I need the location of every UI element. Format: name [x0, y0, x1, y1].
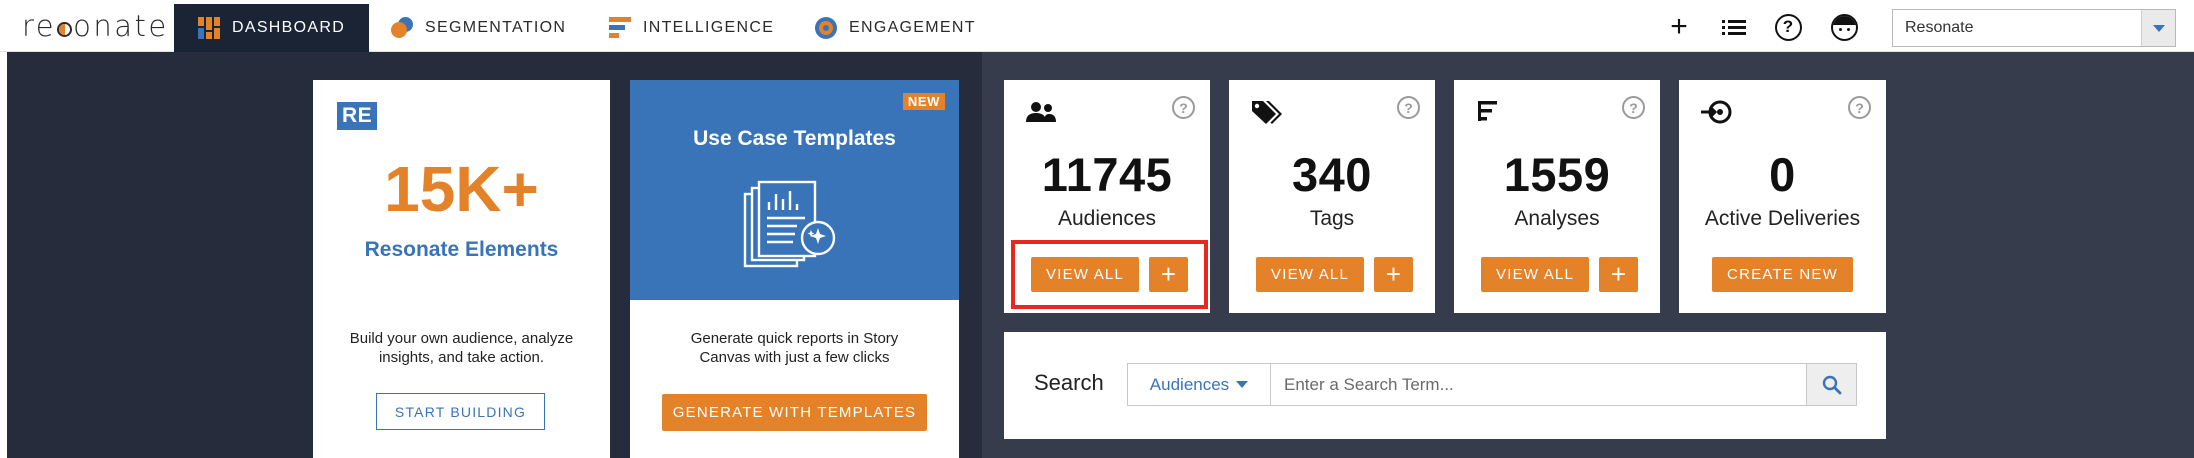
analyses-label: Analyses [1514, 207, 1600, 230]
search-input[interactable] [1271, 364, 1806, 405]
tags-count: 340 [1292, 148, 1372, 201]
analyses-count: 1559 [1503, 148, 1611, 201]
tags-card: ? 340 Tags VIEW ALL + [1229, 80, 1435, 313]
analysis-bars-icon [1478, 101, 1497, 121]
templates-description: Generate quick reports in Story Canvas w… [690, 330, 899, 366]
help-icon: ? [1774, 13, 1802, 41]
people-icon [1026, 102, 1056, 122]
help-button[interactable]: ? [1773, 12, 1803, 42]
top-navigation-bar: re onate DASHBOARD SEGMENTATION INTELLIGE… [0, 0, 2194, 52]
avatar-icon [1830, 13, 1858, 41]
chevron-down-icon [2141, 10, 2175, 46]
use-case-templates-card: NEW Use Case Templates Generate quick re… [630, 80, 959, 458]
start-building-button[interactable]: START BUILDING [376, 393, 545, 430]
caret-down-icon [1236, 381, 1249, 388]
search-icon [1822, 375, 1841, 394]
elements-count: 15K+ [384, 153, 539, 225]
help-icon[interactable]: ? [1397, 96, 1420, 119]
search-scope-value: Audiences [1149, 374, 1230, 394]
help-icon[interactable]: ? [1622, 96, 1645, 119]
generate-with-templates-button[interactable]: GENERATE WITH TEMPLATES [662, 394, 927, 431]
help-icon[interactable]: ? [1172, 96, 1195, 119]
active-deliveries-label: Active Deliveries [1704, 207, 1861, 230]
add-tag-button[interactable]: + [1374, 257, 1413, 292]
create-new-delivery-button[interactable]: CREATE NEW [1712, 257, 1853, 292]
tab-dashboard-label: DASHBOARD [232, 19, 346, 36]
account-select-value: Resonate [1905, 19, 1974, 36]
elements-title: Resonate Elements [364, 238, 559, 261]
account-select[interactable]: Resonate [1892, 9, 2176, 47]
left-gutter [7, 52, 290, 458]
active-deliveries-count: 0 [1769, 148, 1796, 201]
highlight-box [1011, 240, 1208, 309]
analyses-view-all-button[interactable]: VIEW ALL [1481, 257, 1589, 292]
engagement-target-icon [815, 17, 837, 39]
segmentation-circles-icon [391, 17, 413, 39]
search-button[interactable] [1806, 364, 1856, 405]
templates-header: NEW Use Case Templates [630, 80, 959, 300]
tab-intelligence-label: INTELLIGENCE [643, 19, 775, 36]
tab-engagement[interactable]: ENGAGEMENT [815, 4, 976, 52]
re-logo-badge: RE [337, 102, 378, 130]
tab-engagement-label: ENGAGEMENT [849, 19, 976, 36]
report-template-icon [743, 180, 836, 268]
elements-description: Build your own audience, analyze insight… [349, 330, 574, 366]
resonate-logo[interactable]: re onate [22, 9, 169, 43]
tags-icon [1252, 101, 1282, 124]
audiences-label: Audiences [1057, 207, 1157, 230]
add-icon[interactable]: + [1664, 12, 1694, 42]
tab-intelligence[interactable]: INTELLIGENCE [609, 4, 774, 52]
analyses-card: ? 1559 Analyses VIEW ALL + [1454, 80, 1660, 313]
tab-segmentation-label: SEGMENTATION [425, 19, 567, 36]
audiences-count: 11745 [1041, 148, 1173, 201]
search-scope-dropdown[interactable]: Audiences [1128, 364, 1271, 405]
tab-dashboard[interactable]: DASHBOARD [174, 4, 370, 52]
search-label: Search [1034, 370, 1104, 395]
resonate-elements-card: RE 15K+ Resonate Elements Build your own… [313, 80, 610, 458]
tags-label: Tags [1309, 207, 1355, 230]
templates-title: Use Case Templates [693, 127, 896, 150]
dashboard-grid-icon [198, 17, 220, 39]
delivery-icon [1701, 100, 1732, 124]
help-icon[interactable]: ? [1848, 96, 1871, 119]
list-icon[interactable] [1719, 12, 1749, 42]
intelligence-bars-icon [609, 17, 631, 39]
tab-segmentation[interactable]: SEGMENTATION [391, 4, 566, 52]
search-bar: Audiences [1127, 363, 1857, 406]
profile-button[interactable] [1829, 12, 1859, 42]
add-analysis-button[interactable]: + [1599, 257, 1638, 292]
tags-view-all-button[interactable]: VIEW ALL [1256, 257, 1364, 292]
active-deliveries-card: ? 0 Active Deliveries CREATE NEW [1679, 80, 1886, 313]
search-card: Search Audiences [1004, 332, 1886, 439]
new-badge: NEW [902, 93, 945, 110]
